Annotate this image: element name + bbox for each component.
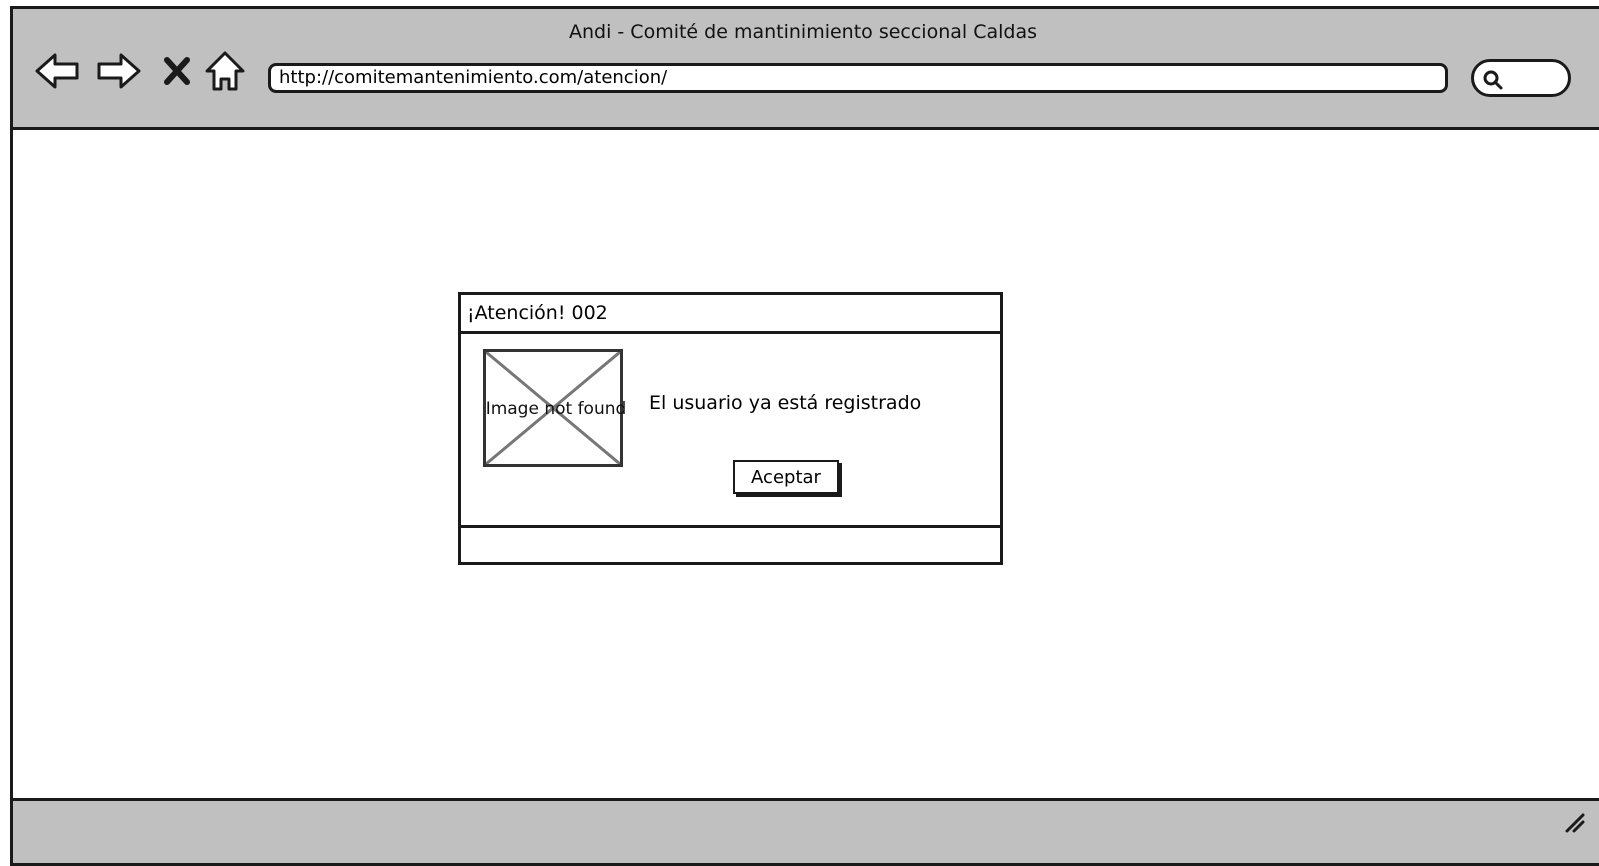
forward-button[interactable] [95, 47, 143, 95]
search-field[interactable] [1471, 59, 1571, 97]
browser-window: Andi - Comité de mantinimiento seccional… [10, 6, 1599, 866]
close-icon [164, 57, 190, 85]
image-placeholder: Image not found [483, 349, 626, 467]
dialog-message: El usuario ya está registrado [649, 392, 922, 414]
search-icon [1483, 70, 1503, 90]
image-placeholder-label: Image not found [485, 399, 627, 419]
back-arrow-icon [35, 53, 79, 89]
alert-dialog: ¡Atención! 002 Image not found El usuari… [458, 292, 1003, 565]
accept-button[interactable]: Aceptar [733, 460, 839, 494]
url-input[interactable]: http://comitemantenimiento.com/atencion/ [268, 63, 1448, 93]
stop-button[interactable] [153, 47, 201, 95]
window-title: Andi - Comité de mantinimiento seccional… [568, 21, 1037, 43]
resize-grip-icon[interactable] [1563, 811, 1585, 833]
dialog-title: ¡Atención! 002 [461, 295, 1000, 334]
browser-toolbar: Andi - Comité de mantinimiento seccional… [13, 9, 1599, 130]
status-bar [13, 798, 1599, 863]
dialog-footer [461, 525, 1000, 562]
home-icon [205, 51, 245, 91]
back-button[interactable] [33, 47, 81, 95]
home-button[interactable] [201, 47, 249, 95]
forward-arrow-icon [97, 53, 141, 89]
